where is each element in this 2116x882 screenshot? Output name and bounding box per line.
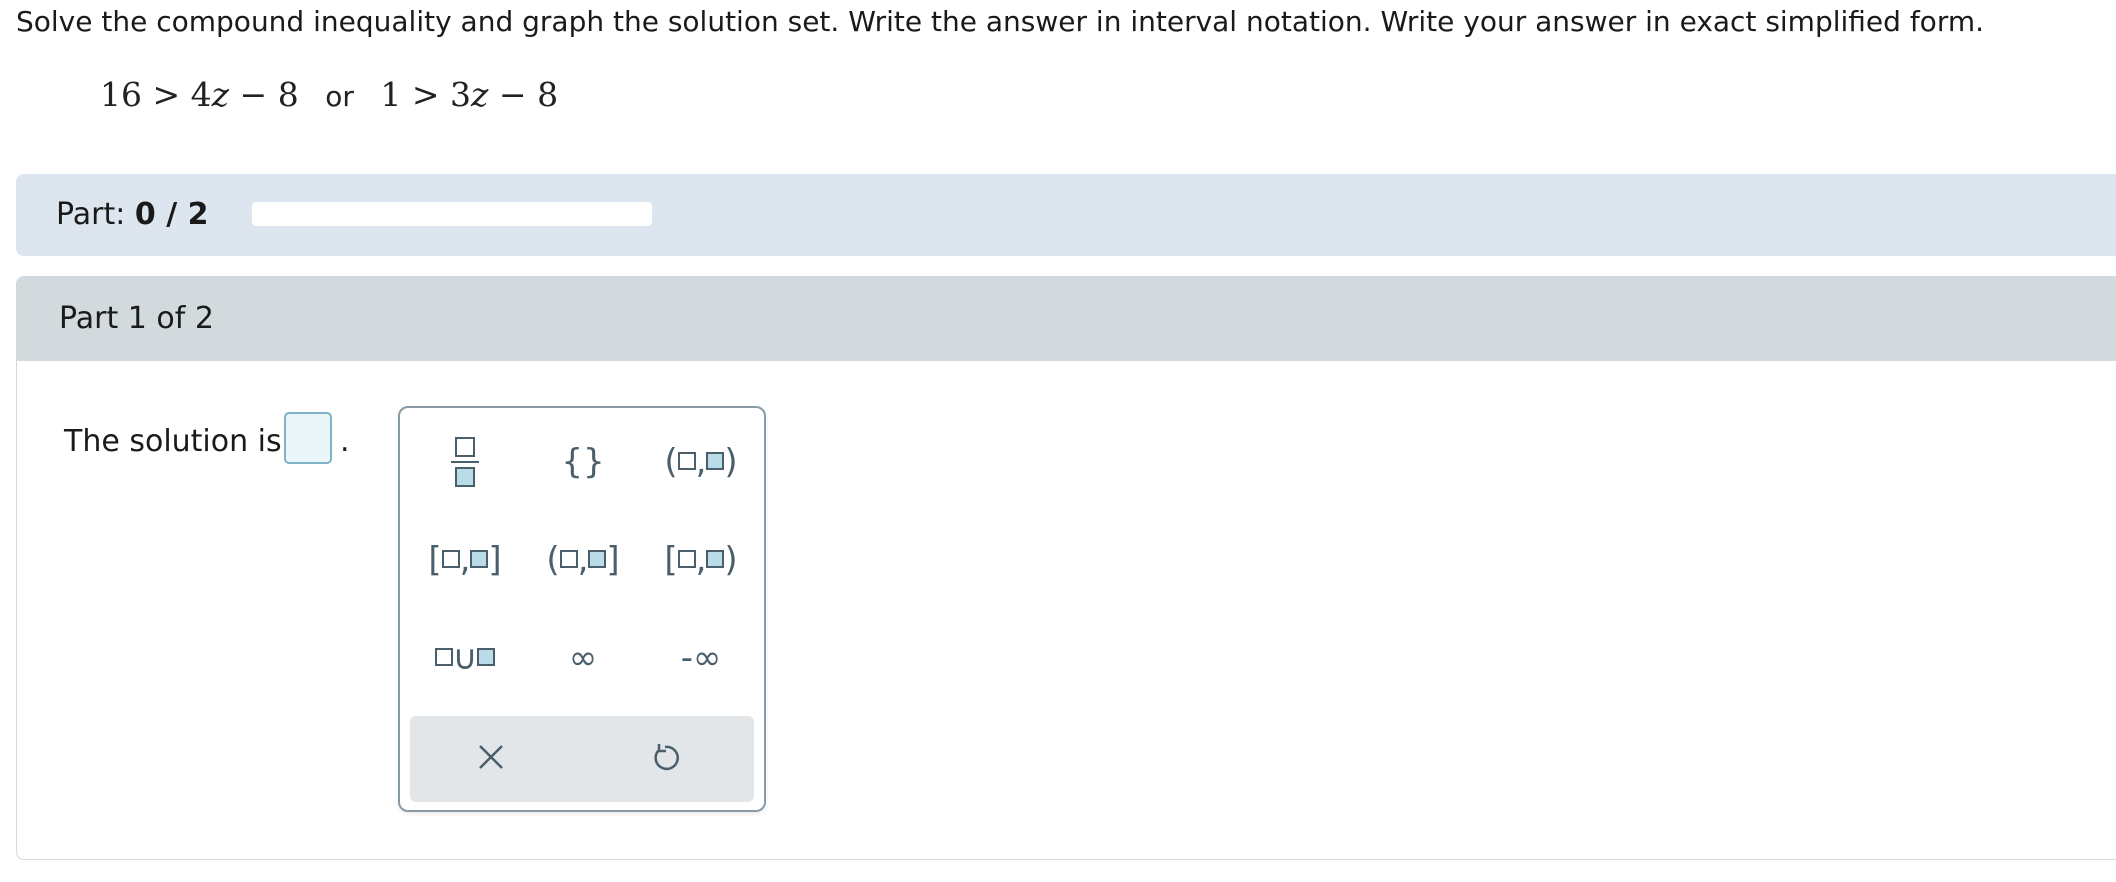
undo-icon: [649, 741, 681, 777]
part-card: Part 1 of 2: [16, 276, 2116, 860]
fraction-template-icon: [451, 437, 479, 487]
infinity-key[interactable]: ∞: [528, 618, 638, 698]
math-palette: {} (,) [,] (,] [,) ∪ ∞ -∞: [398, 406, 766, 812]
undo-button[interactable]: [610, 724, 720, 794]
answer-period: .: [340, 424, 350, 459]
connector-or: or: [325, 80, 354, 113]
answer-input[interactable]: [284, 412, 332, 464]
part-progress-bar: Part: 0 / 2: [16, 174, 2116, 256]
close-icon: [476, 742, 506, 776]
right-open-interval-key[interactable]: [,): [646, 520, 756, 600]
union-key[interactable]: ∪: [410, 618, 520, 698]
progress-track: [252, 202, 652, 226]
part-progress-label: Part: 0 / 2: [56, 197, 209, 232]
palette-actions: [410, 716, 754, 802]
left-open-interval-key[interactable]: (,]: [528, 520, 638, 600]
fraction-key[interactable]: [410, 422, 520, 502]
compound-inequality: 16 > 4z − 8 or 1 > 3z − 8: [100, 68, 558, 124]
inequality-left: 16 > 4z − 8: [100, 75, 299, 114]
open-interval-key[interactable]: (,): [646, 422, 756, 502]
negative-infinity-key[interactable]: -∞: [646, 618, 756, 698]
set-braces-key[interactable]: {}: [528, 422, 638, 502]
closed-interval-key[interactable]: [,]: [410, 520, 520, 600]
part-title: Part 1 of 2: [59, 301, 214, 336]
clear-button[interactable]: [436, 724, 546, 794]
part-progress-value: 0 / 2: [134, 197, 209, 232]
solution-label: The solution is: [64, 424, 282, 459]
inequality-right: 1 > 3z − 8: [380, 75, 559, 114]
question-prompt: Solve the compound inequality and graph …: [16, 5, 1985, 38]
part-header: Part 1 of 2: [17, 277, 2116, 361]
